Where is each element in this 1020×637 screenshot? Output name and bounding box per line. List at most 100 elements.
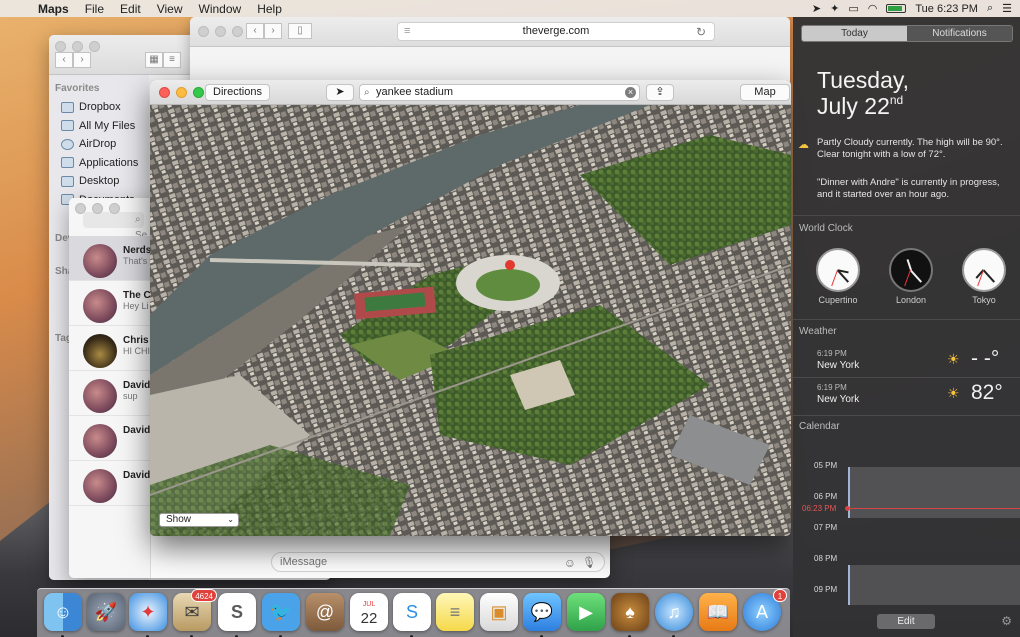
calendar-hour: 05 PM [814,461,838,470]
notification-center: Today Notifications Tuesday, July 22nd ☁… [793,17,1020,637]
safari-zoom-button[interactable] [232,26,243,37]
itunes-icon[interactable]: ♫ [655,593,693,631]
directions-button[interactable]: Directions [205,84,270,101]
edit-button[interactable]: Edit [877,614,935,629]
conversation-item[interactable]: The Co Hey Li probab [69,281,179,326]
reload-icon[interactable]: ↻ [696,24,706,41]
notification-center-icon[interactable]: ☰ [1002,2,1012,15]
safari-address-bar[interactable]: ≡ theverge.com ↻ [397,22,715,41]
finder-icon[interactable]: ☺ [44,593,82,631]
world-clock-city: London [895,295,927,305]
maps-minimize-button[interactable] [176,87,187,98]
slack-icon[interactable]: S [218,593,256,631]
dropbox-icon[interactable]: ✦ [830,2,839,15]
safari-icon[interactable]: ✦ [129,593,167,631]
tab-notifications[interactable]: Notifications [907,26,1012,41]
calendar-current-time: 06:23 PM [802,504,837,513]
map-mode-button[interactable]: Map [740,84,790,101]
avatar [83,289,117,323]
share-icon[interactable]: ⇪ [646,84,674,101]
maps-close-button[interactable] [159,87,170,98]
menu-view[interactable]: View [149,2,191,16]
conversation-item[interactable]: David sup [69,371,150,416]
folder-icon [61,101,74,113]
sidebar-toggle-icon[interactable]: ▯ [288,23,312,39]
messages-minimize-button[interactable] [92,203,103,214]
location-arrow-icon[interactable]: ➤ [812,2,821,15]
messages-search-input[interactable]: ⌕ Se [83,212,147,241]
sidebar-item-dropbox[interactable]: Dropbox [55,98,149,117]
conversation-preview: HI CHI [123,346,150,356]
app-store-icon[interactable]: A1 [743,589,787,631]
safari-minimize-button[interactable] [215,26,226,37]
maps-zoom-button[interactable] [193,87,204,98]
today-date: July 22nd [817,93,904,119]
menu-app-name[interactable]: Maps [30,2,77,16]
show-dropdown[interactable]: Show ⌄ [159,513,239,527]
airplay-icon[interactable]: ▭ [848,2,858,15]
imessage-input[interactable]: iMessage ☺ 🎙 [271,552,605,572]
twitter-icon[interactable]: 🐦 [262,593,300,631]
world-clock-face[interactable] [889,248,933,292]
safari-close-button[interactable] [198,26,209,37]
wifi-icon[interactable]: ◠ [868,2,878,15]
gear-icon[interactable]: ⚙ [1001,614,1012,628]
reader-icon[interactable]: ≡ [404,23,410,40]
finder-back-button[interactable]: ‹ [55,52,73,68]
current-location-icon[interactable]: ➤ [326,84,354,101]
sidebar-item-airdrop[interactable]: AirDrop [55,135,149,154]
icon-view-button[interactable]: ▦ [145,52,163,68]
sidebar-item-desktop[interactable]: Desktop [55,172,149,191]
calendar-hour: 07 PM [814,523,838,532]
calendar-hour: 08 PM [814,554,838,563]
weather-row[interactable]: 6:19 PM New York ☀ 82° [793,379,1020,412]
finder-zoom-button[interactable] [89,41,100,52]
finder-forward-button[interactable]: › [73,52,91,68]
contacts-icon[interactable]: @ [306,593,344,631]
mail-icon[interactable]: ✉ 4624 [173,589,217,631]
safari-toolbar: ‹ › ▯ ≡ theverge.com ↻ [190,17,790,47]
messages-close-button[interactable] [75,203,86,214]
notes-icon[interactable]: ≡ [436,593,474,631]
favorites-header: Favorites [55,83,100,94]
sidebar-item-applications[interactable]: Applications [55,154,149,173]
conversation-item[interactable]: Nerds That's [69,236,151,281]
acorn-icon[interactable]: ♠ [611,593,649,631]
menu-edit[interactable]: Edit [112,2,149,16]
messages-icon[interactable]: 💬 [523,593,561,631]
menu-help[interactable]: Help [249,2,290,16]
simplenote-icon[interactable]: S [393,593,431,631]
emoji-icon[interactable]: ☺ [564,554,576,572]
sidebar-item-all-my-files[interactable]: All My Files [55,117,149,136]
weather-row[interactable]: 6:19 PM New York ☀ - -° [793,345,1020,378]
launchpad-icon[interactable]: 🚀 [87,593,125,631]
calendar-hour: 09 PM [814,585,838,594]
finder-minimize-button[interactable] [72,41,83,52]
safari-forward-button[interactable]: › [264,23,282,39]
finder-close-button[interactable] [55,41,66,52]
calendar-icon[interactable]: JUL 22 [350,593,388,631]
messages-zoom-button[interactable] [109,203,120,214]
facetime-icon[interactable]: ▶ [567,593,605,631]
safari-back-button[interactable]: ‹ [246,23,264,39]
map-3d-view[interactable] [150,105,791,536]
list-view-button[interactable]: ≡ [163,52,181,68]
battery-icon[interactable] [886,4,907,13]
preview-icon[interactable]: ▣ [480,593,518,631]
menu-window[interactable]: Window [191,2,250,16]
conversation-item[interactable]: David [69,461,150,506]
clear-search-icon[interactable]: × [625,87,636,98]
conversation-item[interactable]: David [69,416,150,461]
world-clock-face[interactable] [816,248,860,292]
calendar-event[interactable] [848,565,1020,605]
calendar-event[interactable] [848,467,1020,518]
menu-file[interactable]: File [77,2,112,16]
world-clock-face[interactable] [962,248,1006,292]
maps-search-input[interactable]: ⌕ yankee stadium × [359,84,640,101]
conversation-item[interactable]: Chris J HI CHI [69,326,157,371]
microphone-icon[interactable]: 🎙 [582,554,596,572]
spotlight-icon[interactable]: ⌕ [987,2,993,15]
ibooks-icon[interactable]: 📖 [699,593,737,631]
tab-today[interactable]: Today [802,26,907,41]
menubar-clock[interactable]: Tue 6:23 PM [915,3,978,15]
